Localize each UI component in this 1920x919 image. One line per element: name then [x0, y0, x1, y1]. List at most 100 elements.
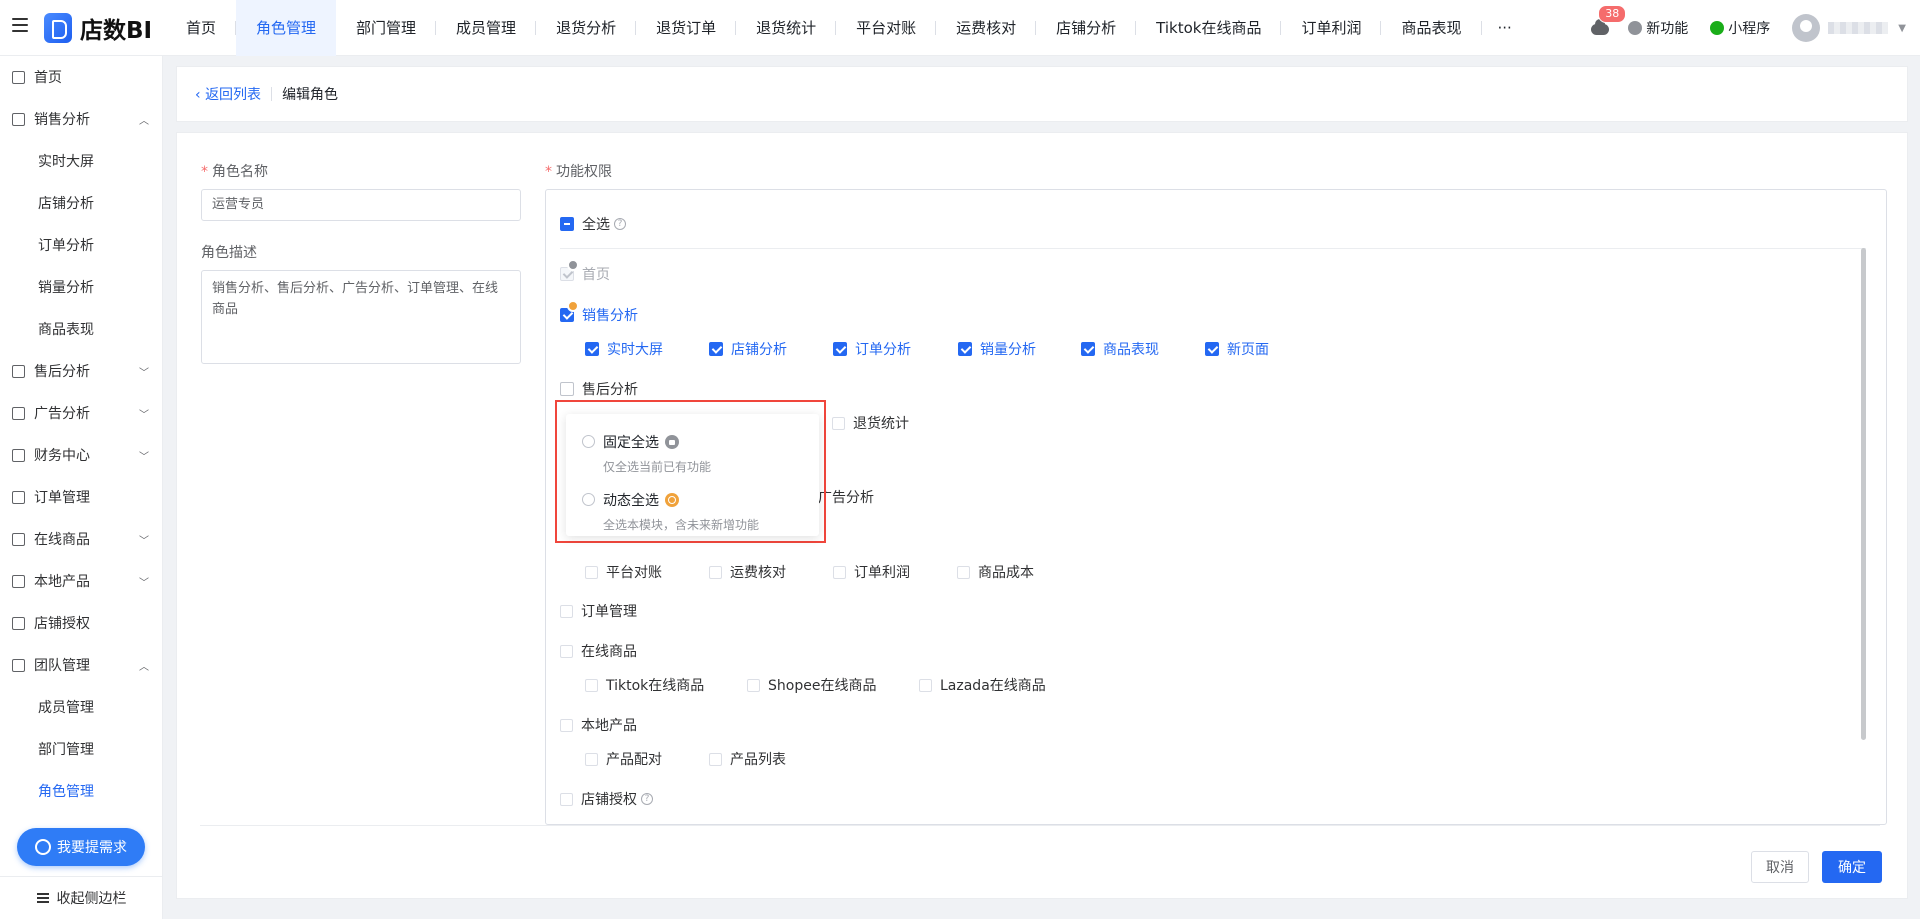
perm-platform-recon-checkbox[interactable]: 平台对账 [585, 562, 662, 582]
sidebar-item-label: 在线商品 [34, 532, 90, 548]
help-icon[interactable]: ? [641, 793, 653, 805]
perm-order-analysis-checkbox[interactable]: 订单分析 [833, 339, 911, 359]
select-all-label: 全选 [582, 217, 610, 233]
sidebar-item-label: 店铺分析 [38, 196, 94, 212]
mini-program-button[interactable]: 小程序 [1710, 18, 1770, 38]
perm-shop-auth-checkbox[interactable]: 店铺授权? [560, 789, 653, 809]
dynamic-select-radio[interactable] [582, 493, 595, 506]
perm-home-label: 首页 [582, 267, 610, 283]
sidebar-item-label: 成员管理 [38, 700, 94, 716]
app-name: 店数BI [80, 18, 153, 44]
back-link[interactable]: ‹ 返回列表 [195, 84, 261, 104]
perm-product-cost-checkbox[interactable]: 商品成本 [957, 562, 1034, 582]
sidebar-item-label: 销量分析 [38, 280, 94, 296]
perm-realtime-checkbox[interactable]: 实时大屏 [585, 339, 663, 359]
perm-shopee-checkbox[interactable]: Shopee在线商品 [747, 675, 876, 695]
sidebar-item-after-sales[interactable]: 售后分析 ﹀ [0, 350, 163, 392]
new-feature-button[interactable]: 新功能 [1628, 18, 1688, 38]
chevron-down-icon: ﹀ [139, 409, 149, 421]
collapse-sidebar-button[interactable]: 收起侧边栏 [0, 876, 163, 918]
perm-new-page-checkbox[interactable]: 新页面 [1205, 339, 1269, 359]
tab-shop-analysis[interactable]: 店铺分析 [1036, 0, 1137, 56]
sidebar-item-order-mgmt[interactable]: 订单管理 [0, 476, 163, 518]
help-icon[interactable]: ? [614, 218, 626, 230]
sidebar-item-label: 本地产品 [34, 574, 90, 590]
chevron-down-icon[interactable]: ▼ [1898, 23, 1906, 34]
perm-product-list-checkbox[interactable]: 产品列表 [709, 749, 786, 769]
perm-product-match-checkbox[interactable]: 产品配对 [585, 749, 662, 769]
sidebar-item-sales[interactable]: 销售分析 ︿ [0, 98, 163, 140]
tab-return-orders[interactable]: 退货订单 [636, 0, 737, 56]
sidebar-item-local[interactable]: 本地产品 ﹀ [0, 560, 163, 602]
role-name-input[interactable]: 运营专员 [201, 189, 521, 221]
perm-local-checkbox[interactable]: 本地产品 [560, 715, 637, 735]
top-right-tools: 38 新功能 小程序 ▼ [1590, 0, 1920, 56]
sidebar-item-volume-analysis[interactable]: 销量分析 [0, 266, 163, 308]
sidebar-item-label: 首页 [34, 70, 62, 86]
confirm-button[interactable]: 确定 [1822, 851, 1882, 883]
sidebar-item-shop-auth[interactable]: 店铺授权 [0, 602, 163, 644]
sidebar-item-finance[interactable]: 财务中心 ﹀ [0, 434, 163, 476]
perm-freight-check-checkbox[interactable]: 运费核对 [709, 562, 786, 582]
perm-ads-label[interactable]: 广告分析 [818, 487, 874, 507]
menu-icon[interactable] [12, 18, 28, 34]
tab-platform-recon[interactable]: 平台对账 [836, 0, 937, 56]
sidebar-item-home[interactable]: 首页 [0, 56, 163, 98]
tab-product-perf[interactable]: 商品表现 [1381, 0, 1482, 56]
sidebar-item-label: 部门管理 [38, 742, 94, 758]
perm-volume-analysis-checkbox[interactable]: 销量分析 [958, 339, 1036, 359]
role-name-label: * 角色名称 [201, 164, 268, 180]
sidebar-item-label: 团队管理 [34, 658, 90, 674]
sidebar-item-online[interactable]: 在线商品 ﹀ [0, 518, 163, 560]
perm-return-stats-checkbox[interactable]: 退货统计 [832, 413, 909, 433]
sidebar-item-product-perf[interactable]: 商品表现 [0, 308, 163, 350]
sidebar-item-label: 销售分析 [34, 112, 90, 128]
download-icon[interactable]: 38 [1590, 5, 1627, 38]
perm-lazada-checkbox[interactable]: Lazada在线商品 [919, 675, 1046, 695]
tab-return-analysis[interactable]: 退货分析 [536, 0, 637, 56]
sidebar-item-ads[interactable]: 广告分析 ﹀ [0, 392, 163, 434]
avatar[interactable] [1792, 14, 1821, 42]
tab-home[interactable]: 首页 [166, 0, 237, 56]
request-button[interactable]: 我要提需求 [17, 828, 145, 866]
permission-scrollbar[interactable] [1861, 248, 1866, 740]
perm-order-mgmt-checkbox[interactable]: 订单管理 [560, 601, 637, 621]
tab-order-profit[interactable]: 订单利润 [1281, 0, 1382, 56]
chevron-down-icon: ﹀ [139, 451, 149, 463]
sidebar-item-order-analysis[interactable]: 订单分析 [0, 224, 163, 266]
sidebar-item-realtime[interactable]: 实时大屏 [0, 140, 163, 182]
perm-tiktok-checkbox[interactable]: Tiktok在线商品 [585, 675, 704, 695]
team-icon [12, 658, 25, 672]
tab-tiktok-online[interactable]: Tiktok在线商品 [1136, 0, 1282, 56]
sidebar-item-roles[interactable]: 角色管理 [0, 770, 163, 812]
sidebar-item-departments[interactable]: 部门管理 [0, 728, 163, 770]
perm-after-sales-checkbox[interactable]: 售后分析 [560, 379, 638, 399]
tab-freight-check[interactable]: 运费核对 [936, 0, 1037, 56]
tab-dept-mgmt[interactable]: 部门管理 [336, 0, 437, 56]
sidebar-item-team[interactable]: 团队管理 ︿ [0, 644, 163, 686]
sidebar-item-shop-analysis[interactable]: 店铺分析 [0, 182, 163, 224]
back-label: 返回列表 [205, 87, 262, 103]
role-desc-textarea[interactable]: 销售分析、售后分析、广告分析、订单管理、在线商品 [201, 270, 521, 364]
perm-shop-analysis-checkbox[interactable]: 店铺分析 [709, 339, 787, 359]
perm-order-profit-checkbox[interactable]: 订单利润 [833, 562, 910, 582]
select-all-checkbox[interactable]: 全选? [560, 214, 626, 234]
sidebar-item-members[interactable]: 成员管理 [0, 686, 163, 728]
tab-role-mgmt[interactable]: 角色管理 [236, 0, 337, 56]
fixed-select-radio[interactable] [582, 435, 595, 448]
new-feature-label: 新功能 [1646, 21, 1689, 37]
user-name-blurred[interactable] [1828, 22, 1889, 34]
perm-product-perf-checkbox[interactable]: 商品表现 [1081, 339, 1159, 359]
app-logo[interactable]: 店数BI [44, 11, 152, 45]
dynamic-select-option[interactable]: 动态全选 全选本模块，含未来新增功能 [582, 490, 759, 533]
cancel-button[interactable]: 取消 [1751, 851, 1809, 883]
shield-icon [12, 616, 25, 630]
tab-more[interactable]: ··· [1482, 0, 1528, 56]
perm-online-checkbox[interactable]: 在线商品 [560, 641, 637, 661]
fixed-select-title: 固定全选 [603, 435, 659, 451]
tab-member-mgmt[interactable]: 成员管理 [436, 0, 537, 56]
fixed-select-option[interactable]: 固定全选 仅全选当前已有功能 [582, 432, 711, 475]
sidebar: 首页 销售分析 ︿ 实时大屏 店铺分析 订单分析 销量分析 商品表现 售后分析 ﹀ … [0, 56, 163, 919]
tab-return-stats[interactable]: 退货统计 [736, 0, 837, 56]
role-desc-label: 角色描述 [201, 245, 257, 261]
